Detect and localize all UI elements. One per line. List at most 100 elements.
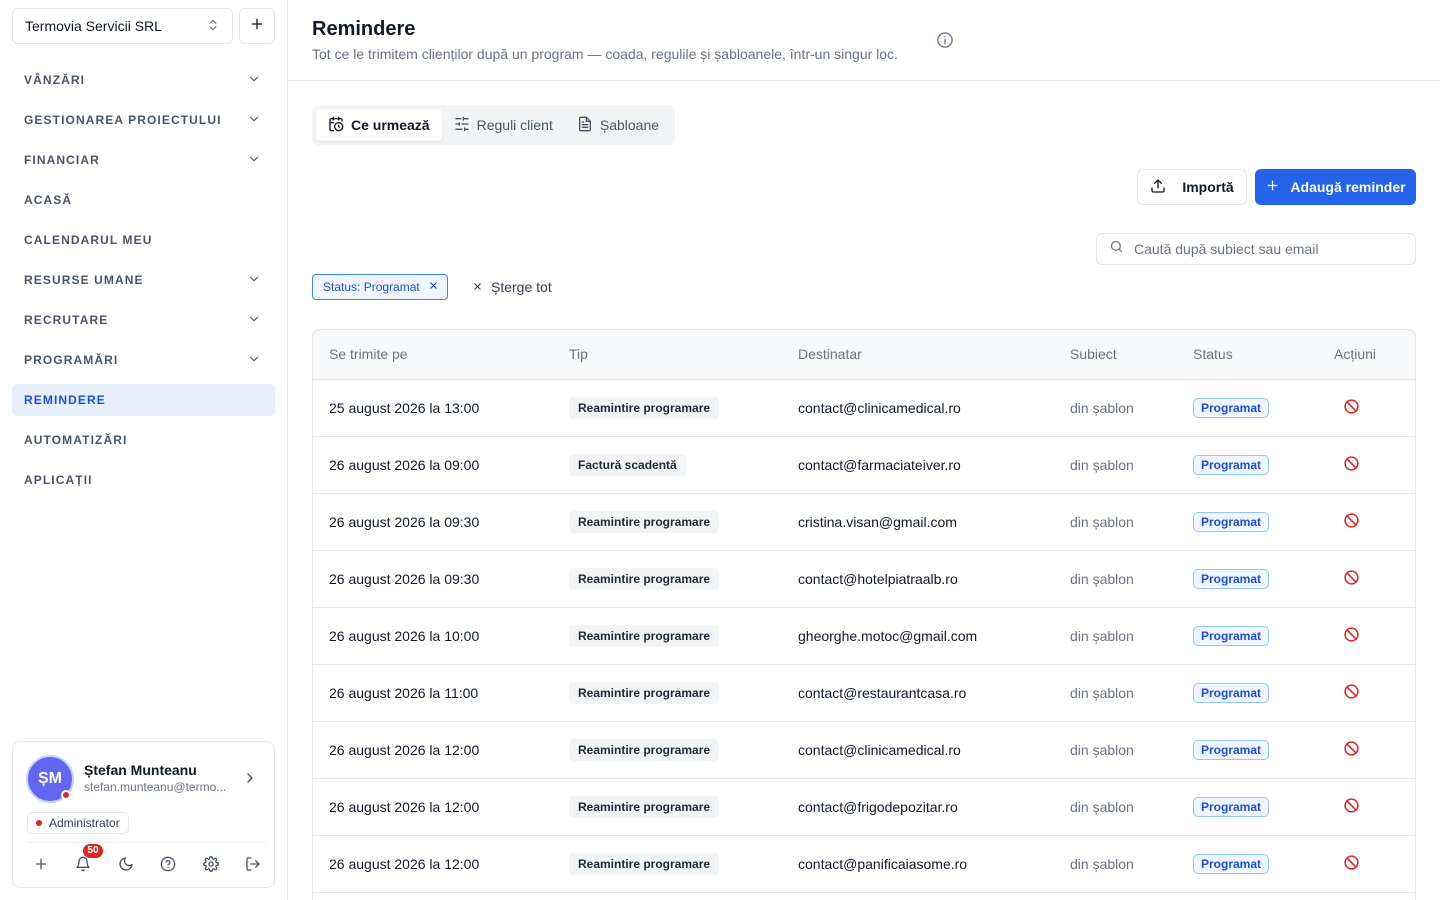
sidebar-item-label: GESTIONAREA PROIECTULUI bbox=[24, 113, 222, 127]
status-badge: Programat bbox=[1193, 454, 1270, 475]
sidebar-item-label: RECRUTARE bbox=[24, 313, 109, 327]
close-icon[interactable] bbox=[428, 280, 439, 294]
sidebar-item-automatizari[interactable]: AUTOMATIZĂRI bbox=[12, 424, 275, 456]
table-row[interactable]: 25 august 2026 la 13:00 Reamintire progr… bbox=[313, 379, 1415, 436]
plus-icon[interactable] bbox=[27, 850, 55, 878]
type-badge: Reamintire programare bbox=[569, 396, 720, 419]
table-row[interactable]: 26 august 2026 la 09:30 Reamintire progr… bbox=[313, 550, 1415, 607]
sidebar-item-calendarul-meu[interactable]: CALENDARUL MEU bbox=[12, 224, 275, 256]
cancel-reminder-button[interactable] bbox=[1341, 739, 1361, 759]
cell-recipient: contact@clinicamedical.ro bbox=[798, 399, 961, 416]
chevron-right-icon[interactable] bbox=[242, 770, 258, 791]
search-input[interactable] bbox=[1134, 241, 1394, 257]
search-field bbox=[1096, 233, 1416, 265]
add-reminder-button[interactable]: Adaugă reminder bbox=[1255, 169, 1416, 205]
table-row[interactable]: 26 august 2026 la 09:00 Factură scadentă… bbox=[313, 436, 1415, 493]
sidebar-item-financiar[interactable]: FINANCIAR bbox=[12, 144, 275, 176]
cancel-reminder-button[interactable] bbox=[1341, 568, 1361, 588]
tab-label: Șabloane bbox=[599, 117, 660, 133]
cell-subject: din șablon bbox=[1070, 855, 1134, 872]
ban-icon bbox=[1343, 513, 1359, 528]
cell-status: Programat bbox=[1177, 721, 1318, 778]
moon-icon[interactable] bbox=[112, 850, 140, 878]
cancel-reminder-button[interactable] bbox=[1341, 454, 1361, 474]
help-circle-icon[interactable] bbox=[154, 850, 182, 878]
ban-icon bbox=[1343, 741, 1359, 756]
cancel-reminder-button[interactable] bbox=[1341, 853, 1361, 873]
import-button[interactable]: Importă bbox=[1137, 169, 1247, 205]
info-icon[interactable] bbox=[936, 31, 954, 54]
column-header-date[interactable]: Se trimite pe bbox=[313, 330, 553, 380]
cancel-reminder-button[interactable] bbox=[1341, 511, 1361, 531]
cell-recipient: contact@clinicamedical.ro bbox=[798, 741, 961, 758]
cell-type: Reamintire programare bbox=[553, 379, 782, 436]
sidebar-item-resurse-umane[interactable]: RESURSE UMANE bbox=[12, 264, 275, 296]
import-label: Importă bbox=[1182, 179, 1234, 195]
table-row[interactable]: 26 august 2026 la 12:00 Reamintire progr… bbox=[313, 721, 1415, 778]
chevron-down-icon bbox=[247, 112, 263, 129]
type-badge: Reamintire programare bbox=[569, 624, 720, 647]
sidebar-item-programari[interactable]: PROGRAMĂRI bbox=[12, 344, 275, 376]
sidebar: Termovia Servicii SRL VÂNZĂRI GESTIONARE… bbox=[0, 0, 288, 900]
cancel-reminder-button[interactable] bbox=[1341, 625, 1361, 645]
bell-icon[interactable]: 50 bbox=[69, 844, 103, 878]
sliders-icon bbox=[454, 116, 470, 135]
cell-status: Programat bbox=[1177, 493, 1318, 550]
column-header-subject[interactable]: Subiect bbox=[1054, 330, 1177, 380]
page-header: Remindere Tot ce le trimitem clienților … bbox=[288, 0, 1440, 81]
status-filter-chip[interactable]: Status: Programat bbox=[312, 274, 448, 300]
tab-ce-urmeaza[interactable]: Ce urmează bbox=[316, 109, 442, 141]
type-badge: Reamintire programare bbox=[569, 681, 720, 704]
sidebar-item-remindere[interactable]: REMINDERE bbox=[12, 384, 275, 416]
clear-filters-button[interactable]: Șterge tot bbox=[472, 276, 552, 298]
cell-actions bbox=[1318, 436, 1415, 493]
tab-reguli-client[interactable]: Reguli client bbox=[442, 109, 565, 141]
chevron-down-icon bbox=[247, 72, 263, 89]
filter-chip-label: Status: Programat bbox=[323, 280, 420, 294]
cell-subject: din șablon bbox=[1070, 456, 1134, 473]
tab-sabloane[interactable]: Șabloane bbox=[565, 109, 671, 141]
user-email: stefan.munteanu@termo... bbox=[84, 780, 227, 794]
close-icon bbox=[472, 279, 483, 295]
sidebar-item-acasa[interactable]: ACASĂ bbox=[12, 184, 275, 216]
cell-actions bbox=[1318, 379, 1415, 436]
cell-actions bbox=[1318, 607, 1415, 664]
column-header-actions: Acțiuni bbox=[1318, 330, 1415, 380]
sidebar-nav: VÂNZĂRI GESTIONAREA PROIECTULUI FINANCIA… bbox=[12, 64, 275, 504]
type-badge: Reamintire programare bbox=[569, 795, 720, 818]
sidebar-item-vanzari[interactable]: VÂNZĂRI bbox=[12, 64, 275, 96]
table-row[interactable]: 26 august 2026 la 10:00 Reamintire progr… bbox=[313, 607, 1415, 664]
ban-icon bbox=[1343, 570, 1359, 585]
ban-icon bbox=[1343, 684, 1359, 699]
sidebar-item-aplicatii[interactable]: APLICAȚII bbox=[12, 464, 275, 496]
table-row[interactable]: 26 august 2026 la 12:00 Reamintire progr… bbox=[313, 778, 1415, 835]
cell-actions bbox=[1318, 835, 1415, 892]
logout-icon[interactable] bbox=[239, 850, 267, 878]
sidebar-item-label: PROGRAMĂRI bbox=[24, 353, 119, 367]
cancel-reminder-button[interactable] bbox=[1341, 682, 1361, 702]
column-header-status[interactable]: Status bbox=[1177, 330, 1318, 380]
cancel-reminder-button[interactable] bbox=[1341, 397, 1361, 417]
cell-recipient: contact@frigodepozitar.ro bbox=[798, 798, 958, 815]
add-org-button[interactable] bbox=[239, 8, 275, 44]
sidebar-item-gestionarea-proiectului[interactable]: GESTIONAREA PROIECTULUI bbox=[12, 104, 275, 136]
table-row[interactable]: 26 august 2026 la 11:00 Reamintire progr… bbox=[313, 664, 1415, 721]
gear-icon[interactable] bbox=[197, 850, 225, 878]
org-switcher[interactable]: Termovia Servicii SRL bbox=[12, 8, 233, 44]
cell-actions bbox=[1318, 778, 1415, 835]
sidebar-item-recrutare[interactable]: RECRUTARE bbox=[12, 304, 275, 336]
type-badge: Reamintire programare bbox=[569, 510, 720, 533]
type-badge: Factură scadentă bbox=[569, 453, 686, 476]
add-reminder-label: Adaugă reminder bbox=[1290, 179, 1406, 195]
cell-recipient: cristina.visan@gmail.com bbox=[798, 513, 957, 530]
ban-icon bbox=[1343, 456, 1359, 471]
column-header-type[interactable]: Tip bbox=[553, 330, 782, 380]
cancel-reminder-button[interactable] bbox=[1341, 796, 1361, 816]
ban-icon bbox=[1343, 798, 1359, 813]
clear-filters-label: Șterge tot bbox=[491, 279, 552, 295]
cell-subject: din șablon bbox=[1070, 570, 1134, 587]
cell-date: 26 august 2026 la 12:00 bbox=[329, 855, 480, 872]
column-header-recipient[interactable]: Destinatar bbox=[782, 330, 1054, 380]
table-row[interactable]: 26 august 2026 la 12:00 Reamintire progr… bbox=[313, 835, 1415, 892]
table-row[interactable]: 26 august 2026 la 09:30 Reamintire progr… bbox=[313, 493, 1415, 550]
